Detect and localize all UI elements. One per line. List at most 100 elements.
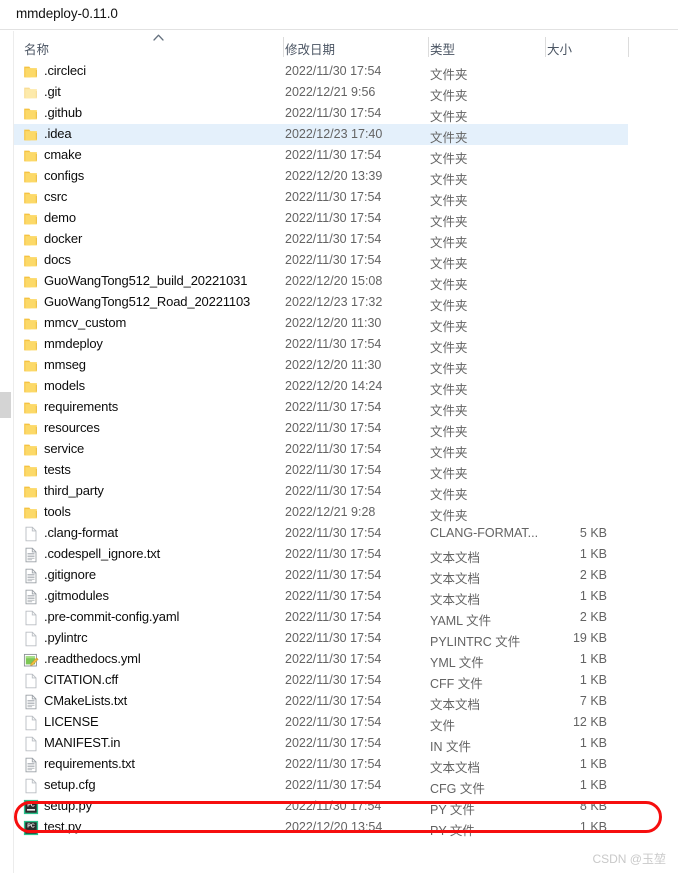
svg-text:PC: PC	[27, 824, 35, 830]
file-name-cell: third_party	[44, 483, 104, 498]
file-row[interactable]: CMakeLists.txt 2022/11/30 17:54 文本文档 7 KB	[14, 691, 628, 712]
file-name-cell: CITATION.cff	[44, 672, 119, 687]
file-date-cell: 2022/11/30 17:54	[285, 337, 382, 351]
file-row[interactable]: requirements 2022/11/30 17:54 文件夹	[14, 397, 628, 418]
file-row[interactable]: .gitmodules 2022/11/30 17:54 文本文档 1 KB	[14, 586, 628, 607]
file-row[interactable]: docs 2022/11/30 17:54 文件夹	[14, 250, 628, 271]
file-row[interactable]: .readthedocs.yml 2022/11/30 17:54 YML 文件 1 …	[14, 649, 628, 670]
file-date-cell: 2022/11/30 17:54	[285, 484, 382, 498]
text-file-icon	[23, 589, 39, 605]
file-name-cell: tests	[44, 462, 71, 477]
file-row[interactable]: mmcv_custom 2022/12/20 11:30 文件夹	[14, 313, 628, 334]
file-row[interactable]: configs 2022/12/20 13:39 文件夹	[14, 166, 628, 187]
file-row[interactable]: mmdeploy 2022/11/30 17:54 文件夹	[14, 334, 628, 355]
file-row[interactable]: GuoWangTong512_Road_20221103 2022/12/23 1…	[14, 292, 628, 313]
file-type-cell: 文件夹	[430, 467, 468, 481]
file-row[interactable]: docker 2022/11/30 17:54 文件夹	[14, 229, 628, 250]
file-row[interactable]: .idea 2022/12/23 17:40 文件夹	[14, 124, 628, 145]
file-type-cell: PY 文件	[430, 803, 475, 817]
file-row[interactable]: third_party 2022/11/30 17:54 文件夹	[14, 481, 628, 502]
blank-file-icon	[23, 673, 39, 689]
file-type-cell: 文本文档	[430, 572, 481, 586]
title-bar: mmdeploy-0.11.0	[0, 0, 678, 30]
notepad-icon	[23, 652, 39, 668]
column-header-size[interactable]: 大小	[547, 39, 572, 58]
file-type-cell: 文件夹	[430, 383, 468, 397]
file-date-cell: 2022/12/20 13:39	[285, 169, 383, 183]
file-row[interactable]: tests 2022/11/30 17:54 文件夹	[14, 460, 628, 481]
file-date-cell: 2022/12/20 14:24	[285, 379, 383, 393]
file-row[interactable]: PC setup.py 2022/11/30 17:54 PY 文件 8 KB	[14, 796, 628, 817]
file-row[interactable]: requirements.txt 2022/11/30 17:54 文本文档 1 KB	[14, 754, 628, 775]
file-size-cell: 1 KB	[579, 778, 607, 792]
file-type-cell: YML 文件	[430, 656, 484, 670]
file-size-cell: 1 KB	[579, 547, 607, 561]
folder-faded-icon	[23, 85, 39, 101]
column-divider-name-date[interactable]	[283, 37, 284, 57]
file-list[interactable]: .circleci 2022/11/30 17:54 文件夹 .git 2022/12/…	[14, 61, 678, 843]
file-type-cell: IN 文件	[430, 740, 471, 754]
column-header-type[interactable]: 类型	[430, 39, 455, 58]
file-row[interactable]: cmake 2022/11/30 17:54 文件夹	[14, 145, 628, 166]
file-row[interactable]: resources 2022/11/30 17:54 文件夹	[14, 418, 628, 439]
file-date-cell: 2022/11/30 17:54	[285, 526, 382, 540]
file-row[interactable]: service 2022/11/30 17:54 文件夹	[14, 439, 628, 460]
file-date-cell: 2022/12/21 9:28	[285, 505, 376, 519]
file-row[interactable]: .circleci 2022/11/30 17:54 文件夹	[14, 61, 628, 82]
file-row[interactable]: .pre-commit-config.yaml 2022/11/30 17:54 Y…	[14, 607, 628, 628]
file-date-cell: 2022/12/20 11:30	[285, 358, 382, 372]
file-row[interactable]: mmseg 2022/12/20 11:30 文件夹	[14, 355, 628, 376]
file-row[interactable]: demo 2022/11/30 17:54 文件夹	[14, 208, 628, 229]
blank-file-icon	[23, 526, 39, 542]
file-name-cell: configs	[44, 168, 85, 183]
column-header-date[interactable]: 修改日期	[285, 39, 335, 58]
file-type-cell: 文件夹	[430, 404, 468, 418]
blank-file-icon	[23, 610, 39, 626]
file-type-cell: 文件夹	[430, 173, 468, 187]
file-row[interactable]: PC test.py 2022/12/20 13:54 PY 文件 1 KB	[14, 817, 628, 838]
file-name-cell: .clang-format	[44, 525, 118, 540]
file-size-cell: 2 KB	[579, 568, 607, 582]
folder-icon	[23, 211, 39, 227]
column-header-name[interactable]: 名称	[24, 39, 49, 58]
file-row[interactable]: GuoWangTong512_build_20221031 2022/12/20 …	[14, 271, 628, 292]
file-name-cell: setup.py	[44, 798, 92, 813]
file-row[interactable]: .gitignore 2022/11/30 17:54 文本文档 2 KB	[14, 565, 628, 586]
column-header-row: 名称 修改日期 类型 大小	[14, 31, 678, 61]
file-row[interactable]: CITATION.cff 2022/11/30 17:54 CFF 文件 1 KB	[14, 670, 628, 691]
file-row[interactable]: tools 2022/12/21 9:28 文件夹	[14, 502, 628, 523]
file-type-cell: 文件夹	[430, 194, 468, 208]
text-file-icon	[23, 568, 39, 584]
column-divider-size-end[interactable]	[628, 37, 629, 57]
file-type-cell: 文件夹	[430, 236, 468, 250]
file-size-cell: 8 KB	[579, 799, 607, 813]
file-row[interactable]: .pylintrc 2022/11/30 17:54 PYLINTRC 文件 19 K…	[14, 628, 628, 649]
file-date-cell: 2022/11/30 17:54	[285, 652, 382, 666]
text-file-icon	[23, 757, 39, 773]
file-row[interactable]: setup.cfg 2022/11/30 17:54 CFG 文件 1 KB	[14, 775, 628, 796]
folder-icon	[23, 64, 39, 80]
file-type-cell: CFG 文件	[430, 782, 485, 796]
folder-icon	[23, 442, 39, 458]
file-date-cell: 2022/12/20 13:54	[285, 820, 383, 834]
file-row[interactable]: MANIFEST.in 2022/11/30 17:54 IN 文件 1 KB	[14, 733, 628, 754]
file-name-cell: .gitignore	[44, 567, 96, 582]
file-row[interactable]: .github 2022/11/30 17:54 文件夹	[14, 103, 628, 124]
file-row[interactable]: models 2022/12/20 14:24 文件夹	[14, 376, 628, 397]
file-type-cell: PYLINTRC 文件	[430, 635, 521, 649]
file-date-cell: 2022/11/30 17:54	[285, 757, 382, 771]
file-row[interactable]: .clang-format 2022/11/30 17:54 CLANG-FORMA…	[14, 523, 628, 544]
file-name-cell: test.py	[44, 819, 82, 834]
file-row[interactable]: csrc 2022/11/30 17:54 文件夹	[14, 187, 628, 208]
file-row[interactable]: .codespell_ignore.txt 2022/11/30 17:54 文本文…	[14, 544, 628, 565]
file-row[interactable]: LICENSE 2022/11/30 17:54 文件 12 KB	[14, 712, 628, 733]
file-name-cell: cmake	[44, 147, 82, 162]
vertical-scrollbar-thumb[interactable]	[0, 392, 11, 418]
file-type-cell: 文件夹	[430, 299, 468, 313]
column-divider-type-size[interactable]	[545, 37, 546, 57]
file-row[interactable]: .git 2022/12/21 9:56 文件夹	[14, 82, 628, 103]
file-name-cell: LICENSE	[44, 714, 99, 729]
file-type-cell: 文本文档	[430, 761, 481, 775]
file-type-cell: CFF 文件	[430, 677, 483, 691]
column-divider-date-type[interactable]	[428, 37, 429, 57]
